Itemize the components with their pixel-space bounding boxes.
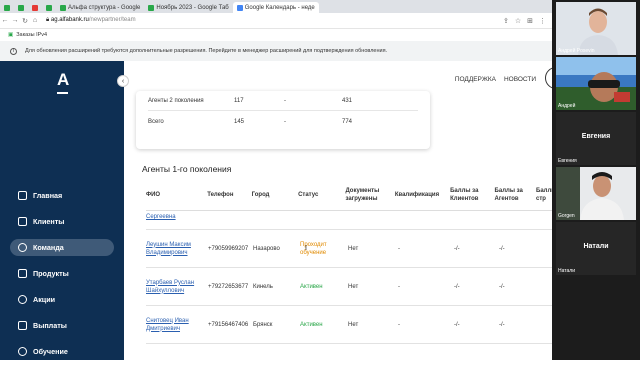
agent-name-link[interactable]: Снитовец Иван Дмитриевич (146, 317, 208, 333)
info-message: Для обновления расширений требуются допо… (25, 48, 388, 54)
sidebar-item-payouts[interactable]: Выплаты (10, 317, 114, 334)
browser-tab-bar: Альфа структура - Google Ноябрь 2023 - G… (0, 0, 552, 13)
address-bar: ← → ↻ ⌂ 🔒︎ ag.alfabank.ru/newpartner/tea… (0, 13, 552, 29)
chevron-left-icon: ‹ (121, 77, 125, 85)
forward-icon[interactable]: → (10, 17, 20, 24)
browser-tab-active[interactable]: Google Календарь - неде (232, 2, 319, 13)
sidebar-nav: Главная Клиенты Команда Продукты Акции В… (0, 187, 124, 369)
browser-tab[interactable]: Альфа структура - Google (56, 2, 144, 13)
alfa-logo-underline (57, 92, 68, 94)
reload-icon[interactable]: ↻ (20, 17, 30, 25)
browser-tab[interactable] (0, 2, 14, 13)
sidebar-item-team[interactable]: Команда (10, 239, 114, 256)
status-badge: Активен (300, 321, 323, 328)
sidebar-collapse-button[interactable]: ‹ (117, 75, 129, 87)
participant-tile[interactable]: Андрей (556, 57, 636, 110)
browser-tab[interactable] (28, 2, 42, 13)
browser-tab[interactable] (42, 2, 56, 13)
agent-name-link[interactable]: Утарбаев Руслан Шайхуллович (146, 279, 208, 295)
main-content: ПОДДЕРЖКА НОВОСТИ Агенты 2 поколения 117… (124, 61, 552, 360)
news-link[interactable]: НОВОСТИ (504, 76, 536, 83)
table-header: ФИО Телефон Город Статус Документы загру… (146, 179, 552, 211)
browser-tab[interactable] (14, 2, 28, 13)
sidebar-item-products[interactable]: Продукты (10, 265, 114, 282)
status-badge: Проходит обучение (300, 241, 327, 256)
bookmark-item[interactable]: Заказы IPv4 (16, 32, 47, 38)
graduation-cap-icon (18, 347, 27, 356)
support-link[interactable]: ПОДДЕРЖКА (455, 76, 496, 83)
table-row: Утарбаев Руслан Шайхуллович +79272653677… (146, 268, 552, 306)
sidebar-item-clients[interactable]: Клиенты (10, 213, 114, 230)
section-title: Агенты 1-го поколения (142, 164, 232, 174)
agents-table: ФИО Телефон Город Статус Документы загру… (146, 179, 552, 344)
profile-avatar[interactable] (545, 67, 552, 89)
participant-tile[interactable]: Натали Натали (556, 222, 636, 275)
products-icon (18, 269, 27, 278)
calendar-icon (236, 4, 243, 11)
tab-label: Альфа структура - Google (68, 4, 141, 11)
share-icon[interactable]: ⇪ (503, 17, 509, 25)
table-row-partial: Сергеевна (146, 211, 552, 230)
agent-name-link[interactable]: Леушин Максим Владимирович (146, 241, 208, 257)
top-nav: ПОДДЕРЖКА НОВОСТИ (455, 76, 536, 83)
agent-name-link[interactable]: Сергеевна (146, 213, 208, 221)
gear-icon (18, 295, 27, 304)
extension-info-bar: i Для обновления расширений требуются до… (0, 41, 552, 61)
home-icon (18, 191, 27, 200)
team-icon (18, 243, 27, 252)
star-icon[interactable]: ☆ (515, 17, 521, 25)
tab-label: Ноябрь 2023 - Google Таб (156, 4, 229, 11)
url-field[interactable]: 🔒︎ ag.alfabank.ru/newpartner/team (46, 17, 136, 24)
participant-tile[interactable]: Андрей Posevin (556, 2, 636, 55)
sheets-icon (46, 4, 52, 11)
alfa-logo[interactable]: A (57, 70, 69, 90)
clients-icon (18, 217, 27, 226)
sheets-icon (148, 4, 155, 11)
info-icon: i (10, 47, 17, 55)
sheets-icon (4, 4, 10, 11)
summary-row: Агенты 2 поколения 117 - 431 (148, 91, 418, 111)
sidebar: A Главная Клиенты Команда Продукты Акции… (0, 61, 124, 360)
home-icon[interactable]: ⌂ (30, 17, 40, 24)
sidebar-item-learning[interactable]: Обучение (10, 343, 114, 360)
sidebar-item-home[interactable]: Главная (10, 187, 114, 204)
status-badge: Активен (300, 283, 323, 290)
tab-label: Google Календарь - неде (244, 4, 315, 11)
extensions-icon[interactable]: ⊞ (527, 17, 533, 25)
table-row: Снитовец Иван Дмитриевич +79156467406 Бр… (146, 306, 552, 344)
table-row: Леушин Максим Владимирович +79059969207 … (146, 230, 552, 268)
bookmark-icon: ▣ (8, 32, 14, 38)
summary-card: Агенты 2 поколения 117 - 431 Всего 145 -… (136, 91, 430, 149)
menu-icon[interactable]: ⋮ (539, 17, 546, 25)
video-call-panel: Андрей Posevin Андрей Евгения Евгения Go… (552, 0, 640, 360)
participant-tile[interactable]: Gorgen (556, 167, 636, 220)
wallet-icon (18, 321, 27, 330)
sheets-icon (60, 4, 66, 11)
sheets-icon (18, 4, 24, 11)
youtube-icon (32, 4, 38, 11)
text-cursor-icon: I (305, 245, 307, 252)
sidebar-item-promotions[interactable]: Акции (10, 291, 114, 308)
bookmarks-bar: ▣ Заказы IPv4 (0, 29, 552, 41)
back-icon[interactable]: ← (0, 17, 10, 24)
browser-tab[interactable]: Ноябрь 2023 - Google Таб (144, 2, 232, 13)
participant-tile[interactable]: Евгения Евгения (556, 112, 636, 165)
summary-row-total: Всего 145 - 774 (148, 119, 353, 125)
